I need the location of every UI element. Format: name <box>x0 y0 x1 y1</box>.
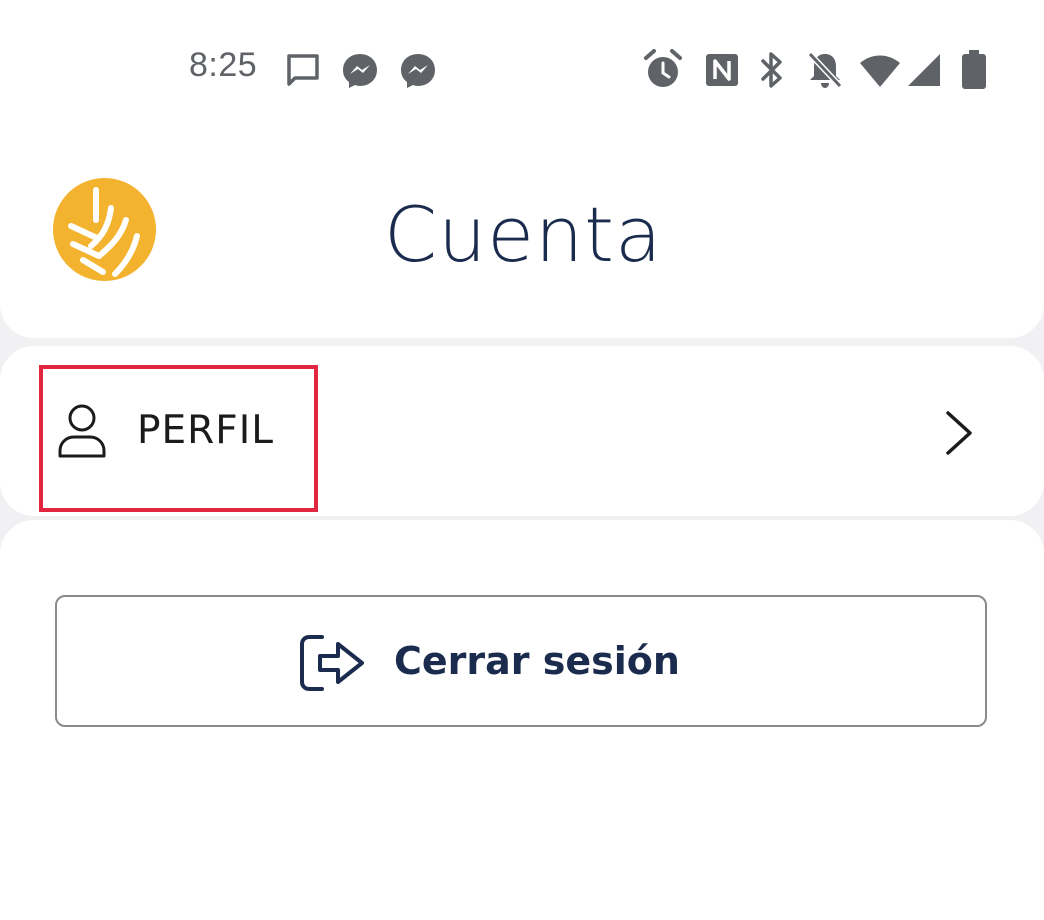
signal-icon <box>908 54 940 86</box>
account-actions: Cerrar sesión <box>0 520 1044 920</box>
messenger-icon <box>343 54 377 88</box>
logout-button[interactable]: Cerrar sesión <box>55 595 987 727</box>
alarm-icon <box>644 49 682 87</box>
bell-off-icon <box>807 51 843 89</box>
header: Cuenta <box>0 110 1044 338</box>
nfc-icon <box>706 54 738 86</box>
status-time: 8:25 <box>189 46 258 84</box>
logout-icon <box>300 635 364 691</box>
profile-label: PERFIL <box>137 408 274 453</box>
person-icon <box>58 404 106 458</box>
page-title: Cuenta <box>384 190 663 279</box>
profile-row[interactable]: PERFIL <box>0 346 1044 516</box>
bluetooth-icon <box>761 52 782 88</box>
battery-icon <box>962 50 986 89</box>
message-icon <box>287 54 319 86</box>
chevron-right-icon[interactable] <box>942 409 976 457</box>
messenger-icon <box>401 54 435 88</box>
wifi-icon <box>860 55 900 87</box>
app-logo <box>53 178 156 281</box>
logout-label: Cerrar sesión <box>394 639 680 683</box>
